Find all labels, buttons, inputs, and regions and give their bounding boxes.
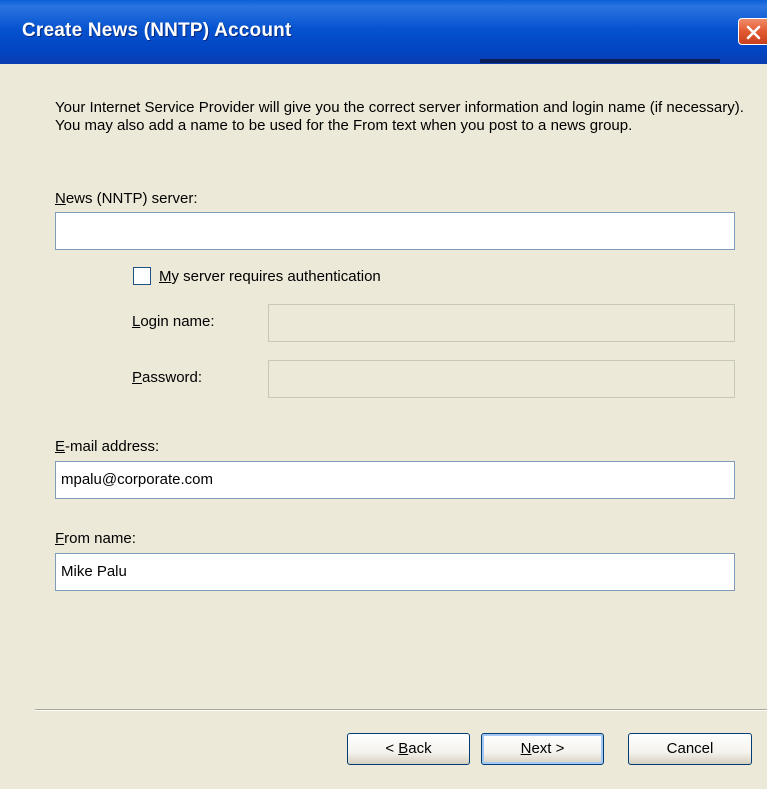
auth-label-rest: y server requires authentication bbox=[171, 268, 381, 285]
back-button-prefix: < bbox=[385, 740, 399, 757]
create-news-account-dialog: Create News (NNTP) Account Your Internet… bbox=[0, 0, 767, 789]
login-label-rest: ogin name: bbox=[140, 313, 215, 330]
auth-checkbox[interactable] bbox=[133, 267, 151, 285]
email-label-rest: -mail address: bbox=[65, 438, 160, 455]
email-input[interactable]: mpalu@corporate.com bbox=[55, 461, 735, 499]
password-label-mnemonic: P bbox=[132, 369, 143, 386]
login-name-label: Login name: bbox=[132, 313, 215, 331]
back-button-mnemonic: B bbox=[398, 740, 409, 757]
server-label: News (NNTP) server: bbox=[55, 190, 198, 208]
email-label: E-mail address: bbox=[55, 438, 159, 456]
password-label: Password: bbox=[132, 369, 202, 387]
password-input[interactable] bbox=[268, 360, 735, 398]
from-name-input[interactable]: Mike Palu bbox=[55, 553, 735, 591]
intro-text: Your Internet Service Provider will give… bbox=[55, 99, 744, 134]
from-name-label: From name: bbox=[55, 530, 136, 548]
cancel-button[interactable]: Cancel bbox=[628, 733, 752, 765]
from-label-rest: rom name: bbox=[64, 530, 136, 547]
dialog-body: Your Internet Service Provider will give… bbox=[0, 64, 767, 789]
server-input[interactable] bbox=[55, 212, 735, 250]
email-label-mnemonic: E bbox=[55, 438, 66, 455]
next-button-mnemonic: N bbox=[520, 740, 532, 757]
from-label-mnemonic: F bbox=[55, 530, 65, 547]
close-icon bbox=[746, 25, 761, 40]
title-bar-strip bbox=[480, 59, 720, 63]
auth-label-mnemonic: M bbox=[159, 268, 172, 285]
title-bar[interactable]: Create News (NNTP) Account bbox=[0, 0, 767, 64]
password-label-rest: assword: bbox=[142, 369, 203, 386]
next-button[interactable]: Next > bbox=[481, 733, 604, 765]
server-label-rest: ews (NNTP) server: bbox=[65, 190, 198, 207]
button-separator bbox=[35, 709, 767, 711]
auth-checkbox-label[interactable]: My server requires authentication bbox=[159, 268, 381, 286]
back-button-rest: ack bbox=[408, 740, 432, 757]
window-title: Create News (NNTP) Account bbox=[22, 20, 292, 41]
login-name-input[interactable] bbox=[268, 304, 735, 342]
next-button-rest: ext > bbox=[531, 740, 565, 757]
back-button[interactable]: < Back bbox=[347, 733, 470, 765]
server-label-mnemonic: N bbox=[55, 190, 66, 207]
close-button[interactable] bbox=[738, 18, 767, 45]
